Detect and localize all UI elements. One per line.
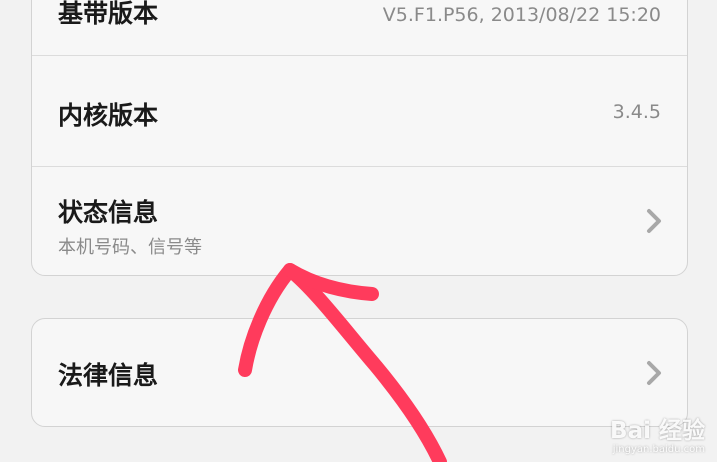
- chevron-right-icon: [647, 209, 661, 233]
- legal-info-row[interactable]: 法律信息: [32, 319, 687, 426]
- watermark-url: jingyan.baidu.com: [612, 444, 705, 455]
- settings-card-legal: 法律信息: [31, 318, 688, 427]
- chevron-right-icon: [647, 361, 661, 385]
- status-info-title: 状态信息: [58, 198, 159, 227]
- status-info-subtitle: 本机号码、信号等: [58, 237, 202, 258]
- baidu-jingyan-watermark: Bai 经验 jingyan.baidu.com: [610, 418, 705, 456]
- settings-card-device-info: 基带版本 V5.F1.P56, 2013/08/22 15:20 内核版本 3.…: [31, 0, 688, 276]
- baseband-version-value: V5.F1.P56, 2013/08/22 15:20: [382, 4, 661, 26]
- baseband-version-row: 基带版本 V5.F1.P56, 2013/08/22 15:20: [32, 0, 687, 56]
- baseband-version-title: 基带版本: [58, 0, 159, 28]
- status-info-row[interactable]: 状态信息 本机号码、信号等: [32, 167, 687, 275]
- kernel-version-row: 内核版本 3.4.5: [32, 56, 687, 166]
- kernel-version-value: 3.4.5: [612, 101, 661, 123]
- kernel-version-title: 内核版本: [58, 101, 159, 130]
- legal-info-title: 法律信息: [58, 361, 159, 390]
- watermark-brand: Bai 经验: [610, 418, 705, 444]
